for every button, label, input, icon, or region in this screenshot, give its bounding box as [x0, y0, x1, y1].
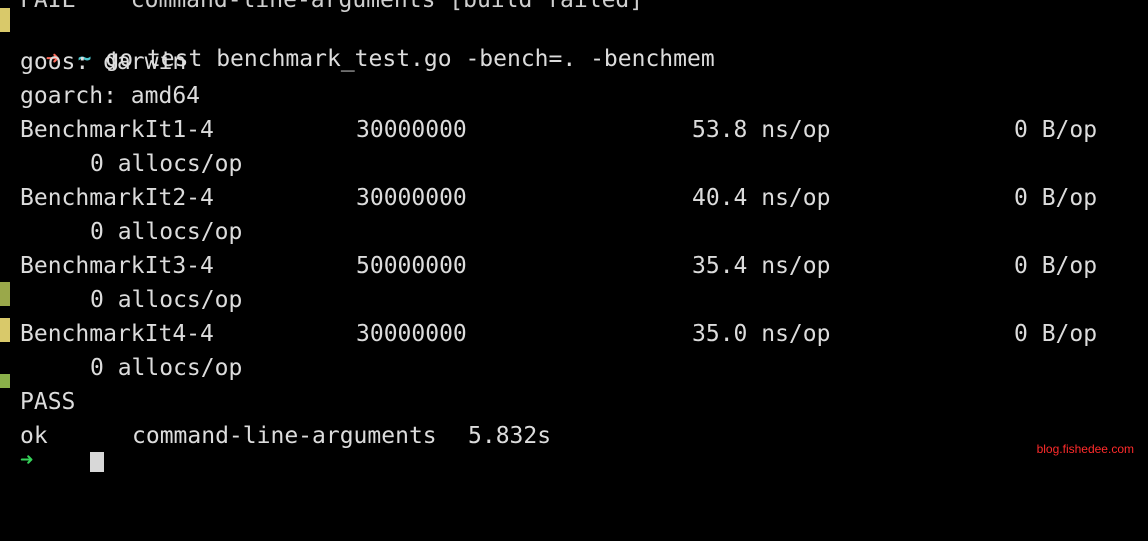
- benchmark-row: BenchmarkIt1-4 30000000 53.8 ns/op 0 B/o…: [20, 115, 1130, 145]
- text-cursor: [90, 452, 104, 472]
- pass-status: PASS: [20, 389, 76, 415]
- benchmark-ns-op: 53.8 ns/op: [692, 117, 831, 143]
- benchmark-name: BenchmarkIt2-4: [20, 185, 214, 211]
- next-prompt-arrow-icon: ➜: [20, 455, 40, 466]
- benchmark-ns-op: 35.4 ns/op: [692, 253, 831, 279]
- left-edge-artifact: [0, 282, 10, 306]
- benchmark-allocs: 0 allocs/op: [90, 219, 243, 245]
- benchmark-allocs: 0 allocs/op: [90, 287, 243, 313]
- left-edge-artifact: [0, 318, 10, 342]
- benchmark-iterations: 30000000: [356, 185, 467, 211]
- benchmark-bytes-op: 0 B/op: [1014, 253, 1098, 279]
- left-edge-artifact: [0, 374, 10, 388]
- benchmark-iterations: 50000000: [356, 253, 467, 279]
- command-text: go test benchmark_test.go -bench=. -benc…: [105, 46, 715, 72]
- result-package: command-line-arguments: [132, 423, 437, 449]
- benchmark-row: BenchmarkIt4-4 30000000 35.0 ns/op 0 B/o…: [20, 319, 1130, 349]
- benchmark-allocs: 0 allocs/op: [90, 355, 243, 381]
- benchmark-bytes-op: 0 B/op: [1014, 185, 1098, 211]
- benchmark-bytes-op: 0 B/op: [1014, 321, 1098, 347]
- benchmark-name: BenchmarkIt1-4: [20, 117, 214, 143]
- benchmark-bytes-op: 0 B/op: [1014, 117, 1098, 143]
- env-goos: goos: darwin: [20, 49, 187, 75]
- env-goarch: goarch: amd64: [20, 83, 201, 109]
- command-prompt-line: ➜ ~ go test benchmark_test.go -bench=. -be…: [18, 14, 715, 72]
- left-edge-artifact: [0, 8, 10, 32]
- result-time: 5.832s: [468, 423, 552, 449]
- benchmark-row: BenchmarkIt3-4 50000000 35.4 ns/op 0 B/o…: [20, 251, 1130, 281]
- benchmark-ns-op: 35.0 ns/op: [692, 321, 831, 347]
- benchmark-allocs: 0 allocs/op: [90, 151, 243, 177]
- watermark: blog.fishedee.com: [1036, 442, 1134, 456]
- benchmark-row: BenchmarkIt2-4 30000000 40.4 ns/op 0 B/o…: [20, 183, 1130, 213]
- benchmark-iterations: 30000000: [356, 321, 467, 347]
- previous-output-line: FAIL command-line-arguments [build faile…: [20, 0, 644, 13]
- benchmark-name: BenchmarkIt3-4: [20, 253, 214, 279]
- benchmark-ns-op: 40.4 ns/op: [692, 185, 831, 211]
- benchmark-name: BenchmarkIt4-4: [20, 321, 214, 347]
- benchmark-iterations: 30000000: [356, 117, 467, 143]
- result-line: ok command-line-arguments 5.832s: [20, 421, 720, 451]
- terminal-window[interactable]: { "top_cut_line": "FAIL command-line-arg…: [0, 0, 1148, 472]
- result-ok: ok: [20, 423, 48, 449]
